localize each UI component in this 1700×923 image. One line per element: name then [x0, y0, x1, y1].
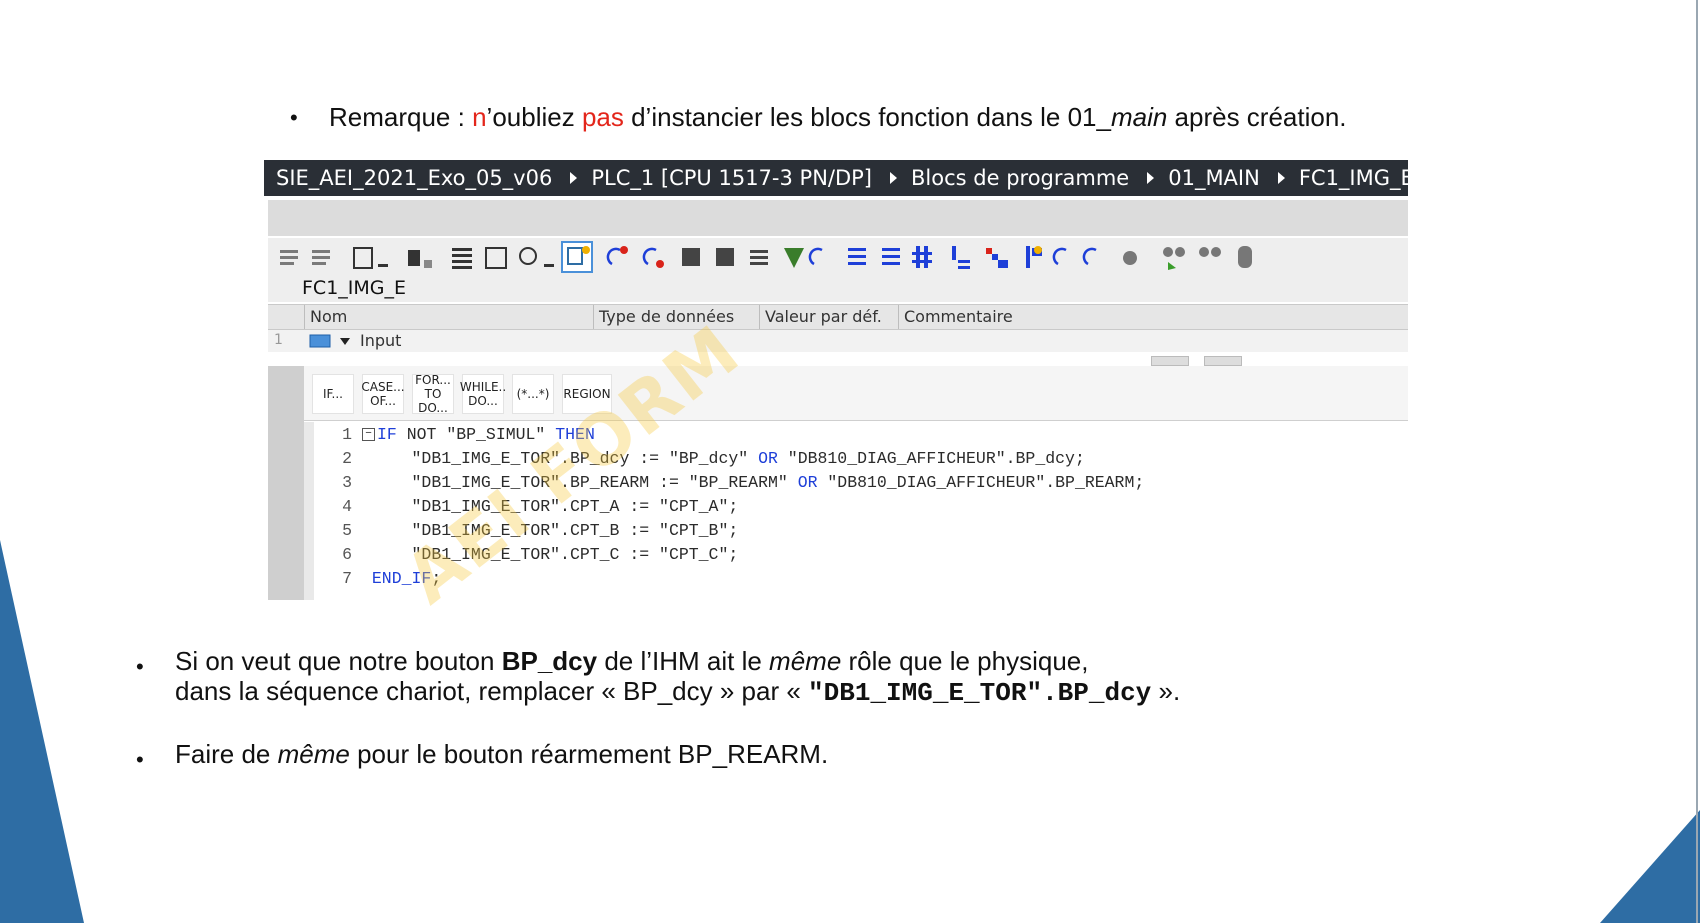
code-token: NOT "BP_SIMUL" [396, 425, 556, 444]
input-section-label: Input [360, 331, 402, 350]
bullet2-line2: dans la séquence chariot, remplacer « BP… [175, 676, 1180, 708]
bullet3-part: pour le bouton réarmement BP_REARM. [349, 739, 829, 769]
keyword-token: OR [758, 449, 778, 468]
interface-table-header: Nom Type de données Valeur par déf. Comm… [268, 304, 1408, 330]
line-number: 4 [342, 497, 352, 516]
remark-red-pas: pas [581, 102, 624, 132]
code-token: "DB810_DIAG_AFFICHEUR".BP_dcy; [777, 449, 1085, 468]
keyword-token: IF [377, 425, 397, 444]
block-name: FC1_IMG_E [302, 277, 407, 299]
bullet2-text: ». [1151, 676, 1181, 706]
bullet-dot: • [136, 654, 144, 679]
col-comment[interactable]: Commentaire [898, 305, 1314, 329]
breadcrumb-arrow-icon [890, 172, 898, 184]
kw-while-button[interactable]: WHILE.. DO... [460, 374, 506, 414]
bullet2-text: rôle que le physique, [841, 646, 1089, 676]
editor-left-margin [268, 422, 304, 600]
line-number: 1 [342, 425, 352, 444]
bullet-dot: • [136, 747, 144, 772]
line-number: 3 [342, 473, 352, 492]
scl-keyword-bar: IF... CASE... OF... FOR... TO DO... WHIL… [268, 366, 1408, 600]
breadcrumb-arrow-icon [1147, 172, 1155, 184]
interface-row-input[interactable]: 1 Input [268, 330, 1408, 352]
kw-if-button[interactable]: IF... [312, 374, 354, 414]
input-section-icon [309, 334, 350, 348]
breadcrumb-main[interactable]: 01_MAIN [1168, 160, 1260, 196]
scroll-up-icon[interactable] [1151, 356, 1189, 366]
code-token: "DB810_DIAG_AFFICHEUR".BP_REARM; [817, 473, 1145, 492]
breadcrumb-blocks[interactable]: Blocs de programme [911, 160, 1129, 196]
fold-toggle-icon[interactable]: − [362, 428, 375, 442]
col-type[interactable]: Type de données [593, 305, 759, 329]
block-name-bar: FC1_IMG_E [268, 274, 1408, 302]
bullet3-text: Faire de même pour le bouton réarmement … [175, 739, 828, 769]
line-number: 5 [342, 521, 352, 540]
keyword-token: OR [797, 473, 818, 492]
breadcrumb-plc[interactable]: PLC_1 [CPU 1517-3 PN/DP] [591, 160, 872, 196]
editor-header-band [268, 200, 1408, 236]
editor-gutter [304, 422, 314, 600]
breadcrumb-project[interactable]: SIE_AEI_2021_Exo_05_v06 [264, 160, 552, 196]
bullet2-text: Si on veut que notre bouton [175, 646, 502, 676]
bullet3-part: Faire de [175, 739, 278, 769]
line-number: 7 [342, 569, 352, 588]
bullet2-bold-bpdcy: BP_dcy [501, 646, 598, 676]
editor-toolbar [268, 238, 1408, 274]
col-nom[interactable]: Nom [304, 305, 593, 329]
remark-suffix: après création. [1167, 102, 1347, 132]
remark-mid2: d’instancier les blocs fonction dans le … [623, 102, 1111, 132]
remark-red-n: n [472, 102, 487, 132]
col-default[interactable]: Valeur par déf. [759, 305, 898, 329]
row-number: 1 [274, 332, 283, 348]
remark-italic-main: main [1110, 102, 1168, 132]
kw-for-button[interactable]: FOR... TO DO... [412, 373, 454, 415]
line-number: 2 [342, 449, 352, 468]
remark-text: Remarque : n’oubliez pas d’instancier le… [329, 102, 1347, 132]
code-line[interactable]: 2 "DB1_IMG_E_TOR".BP_dcy := "BP_dcy" OR … [328, 447, 1085, 471]
bullet2-code: "DB1_IMG_E_TOR".BP_dcy [808, 678, 1152, 708]
kw-case-button[interactable]: CASE... OF... [361, 374, 405, 414]
bullet2-italic: même [769, 646, 842, 676]
bullet2-text: de l’IHM ait le [597, 646, 770, 676]
line-number: 6 [342, 545, 352, 564]
remark-prefix: Remarque : [329, 102, 473, 132]
remark-mid1: ’oubliez [486, 102, 582, 132]
bullet2-line1: Si on veut que notre bouton BP_dcy de l’… [175, 646, 1088, 676]
scroll-down-icon[interactable] [1204, 356, 1242, 366]
bullet-dot: • [290, 105, 298, 130]
bullet3-italic: même [277, 739, 350, 769]
breadcrumb-arrow-icon [570, 172, 578, 184]
breadcrumb-arrow-icon [1277, 172, 1285, 184]
bullet2-text: dans la séquence chariot, remplacer « BP… [175, 676, 809, 706]
toolbar-icons [280, 241, 1252, 273]
breadcrumb: SIE_AEI_2021_Exo_05_v06 PLC_1 [CPU 1517-3… [264, 160, 1408, 196]
kw-comment-button[interactable]: (*...*) [512, 374, 554, 414]
code-line[interactable]: 3 "DB1_IMG_E_TOR".BP_REARM := "BP_REARM"… [328, 471, 1144, 495]
breadcrumb-fc1[interactable]: FC1_IMG_E [FC1] [1299, 160, 1408, 196]
